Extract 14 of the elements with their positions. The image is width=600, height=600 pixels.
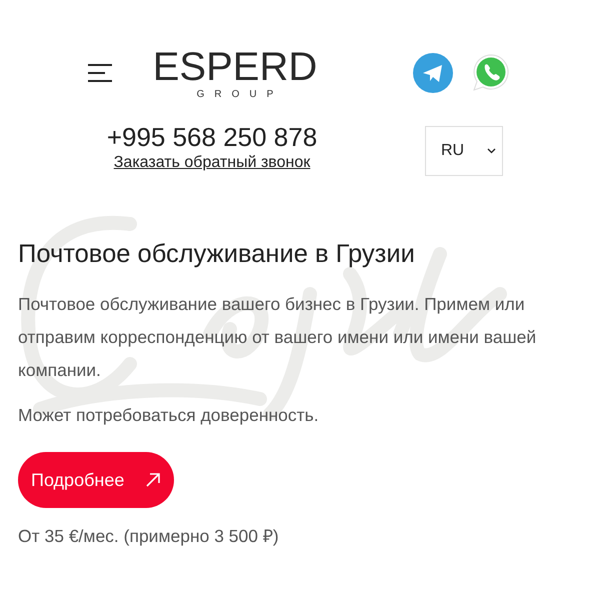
arrow-up-right-icon (146, 473, 160, 487)
paragraph: Может потребоваться доверенность. (18, 404, 320, 427)
chevron-down-icon (487, 148, 496, 154)
price-text: От 35 €/мес. (примерно 3 500 ₽) (18, 525, 280, 548)
logo-wordmark: ESPERD (152, 46, 318, 86)
language-select[interactable]: RU (425, 126, 503, 176)
menu-icon[interactable] (88, 63, 112, 83)
details-button[interactable]: Подробнее (18, 452, 174, 508)
phone-number: +995 568 250 878 (106, 121, 318, 154)
paper-plane-icon[interactable] (413, 53, 453, 93)
section-title: Почтовое обслуживание в Грузии (18, 239, 416, 270)
callback-link[interactable]: Заказать обратный звонок (114, 154, 310, 172)
paragraph: Почтовое обслуживание вашего бизнес в Грузии. Примем или отправим корреспонденцию от вашего имени или имени вашей компании. (18, 293, 538, 382)
logo-subtitle: GROUP (196, 88, 284, 100)
